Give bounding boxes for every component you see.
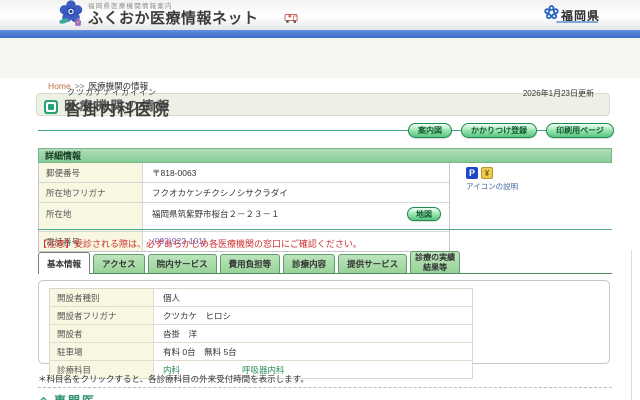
- table-row: 所在地フリガナ フクオカケンチクシノシサクラダイ: [39, 182, 449, 202]
- family-doctor-register-button[interactable]: かかりつけ登録: [461, 123, 537, 138]
- table-row: 郵便番号 〒818-0063: [39, 163, 449, 182]
- tab-treatment-details[interactable]: 診療内容: [283, 254, 335, 273]
- row-value: フクオカケンチクシノシサクラダイ: [143, 183, 449, 202]
- window-edge: [631, 250, 632, 400]
- action-buttons: 案内図 かかりつけ登録 印刷用ページ: [408, 123, 614, 138]
- parking-icon[interactable]: P: [466, 167, 478, 179]
- tab-basic-info[interactable]: 基本情報: [38, 252, 90, 274]
- tab-in-hospital-services[interactable]: 院内サービス: [148, 254, 217, 273]
- footnote-text: ＊科目名をクリックすると、各診療科目の外来受付時間を表示します。: [38, 373, 309, 385]
- dashed-divider: [38, 387, 612, 388]
- tab-underline: [38, 273, 612, 274]
- guide-map-button[interactable]: 案内図: [408, 123, 452, 138]
- table-row: 開設者フリガナ クツカケ ヒロシ: [50, 306, 472, 324]
- header-blue-bar: [0, 30, 640, 38]
- table-row: 駐車場 有料 0台 無料 5台: [50, 342, 472, 360]
- flower-logo-icon: [58, 0, 85, 32]
- updated-date: 2026年1月23日更新: [523, 88, 594, 99]
- row-value: クツカケ ヒロシ: [154, 307, 472, 324]
- clinic-name: 沓掛内科医院: [65, 96, 170, 120]
- next-section-heading: 専門医: [38, 392, 96, 400]
- tab-bar: 基本情報 アクセス 院内サービス 費用負担等 診療内容 提供サービス 診療の実績…: [38, 251, 460, 273]
- clinic-bullet-icon: [44, 100, 58, 114]
- diamond-icon: [38, 395, 49, 400]
- table-row: 所在地 福岡県筑紫野市桜台２－２３－１ 地図: [39, 202, 449, 231]
- basic-info-panel: 開設者種別 個人 開設者フリガナ クツカケ ヒロシ 開設者 沓掛 洋 駐車場 有…: [38, 280, 610, 364]
- basic-info-table: 開設者種別 個人 開設者フリガナ クツカケ ヒロシ 開設者 沓掛 洋 駐車場 有…: [49, 288, 473, 379]
- prefecture-tagline: [556, 21, 598, 23]
- yen-icon[interactable]: ¥: [481, 167, 493, 179]
- row-value: 沓掛 洋: [154, 325, 472, 342]
- row-label: 開設者種別: [50, 289, 154, 306]
- site-title-block: 福岡県医療機関情報案内 ふくおか医療情報ネット: [88, 4, 259, 27]
- table-row: 開設者 沓掛 洋: [50, 324, 472, 342]
- row-label: 開設者: [50, 325, 154, 342]
- icon-legend-link[interactable]: アイコンの説明: [466, 181, 518, 192]
- site-title: ふくおか医療情報ネット: [88, 11, 259, 26]
- print-page-button[interactable]: 印刷用ページ: [546, 123, 614, 138]
- row-value: 有料 0台 無料 5台: [154, 343, 472, 360]
- tab-results[interactable]: 診療の実績結果等: [410, 251, 460, 273]
- browser-page: 福岡県医療機関情報案内 ふくおか医療情報ネット: [0, 0, 640, 400]
- tab-provided-services[interactable]: 提供サービス: [338, 254, 407, 273]
- ambulance-icon: [284, 11, 299, 29]
- row-value: 個人: [154, 289, 472, 306]
- row-label: 郵便番号: [39, 163, 143, 182]
- row-value: 〒818-0063: [143, 163, 449, 182]
- breadcrumb-band: Home>>医療機関の情報 医療機関の情報: [0, 38, 640, 78]
- row-label: 開設者フリガナ: [50, 307, 154, 324]
- tab-costs[interactable]: 費用負担等: [220, 254, 281, 273]
- address-text: 福岡県筑紫野市桜台２－２３－１: [152, 209, 280, 219]
- notice-text: 【注意】受診される際は、必ずあらかじめ各医療機関の窓口にご確認ください。: [38, 237, 362, 250]
- row-label: 所在地: [39, 203, 143, 231]
- row-label: 所在地フリガナ: [39, 183, 143, 202]
- details-section-header: 詳細情報: [38, 148, 612, 163]
- site-header: 福岡県医療機関情報案内 ふくおか医療情報ネット: [0, 0, 640, 30]
- row-value: 福岡県筑紫野市桜台２－２３－１ 地図: [143, 203, 449, 231]
- next-section-title: 専門医: [54, 392, 96, 400]
- site-logo[interactable]: 福岡県医療機関情報案内 ふくおか医療情報ネット: [58, 0, 259, 30]
- tab-access[interactable]: アクセス: [93, 254, 145, 273]
- table-row: 開設者種別 個人: [50, 289, 472, 306]
- details-bottom-divider: [38, 229, 612, 230]
- map-button[interactable]: 地図: [407, 207, 441, 221]
- row-label: 駐車場: [50, 343, 154, 360]
